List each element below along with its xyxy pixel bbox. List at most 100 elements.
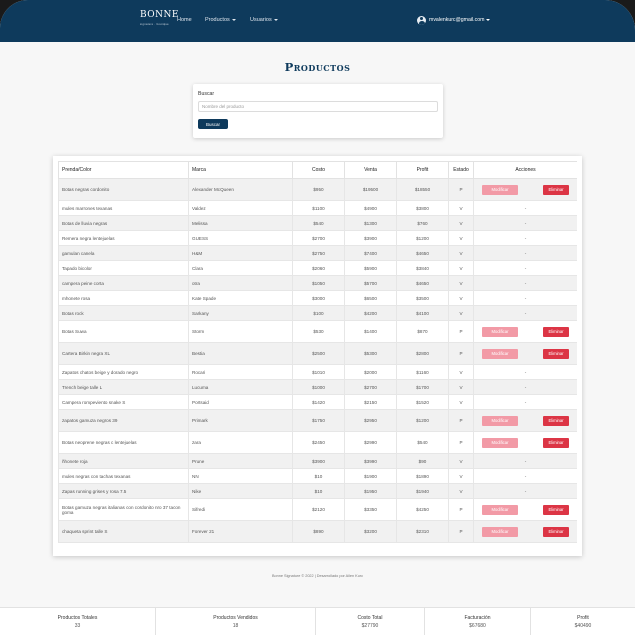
nav-home[interactable]: Home <box>177 17 192 23</box>
cell-marca: GUESS <box>188 230 293 246</box>
cell-marca: Prune <box>188 453 293 469</box>
delete-button[interactable]: Eliminar <box>543 184 569 195</box>
cell-acciones: - <box>473 305 577 321</box>
no-action-dash: - <box>524 369 527 375</box>
no-action-dash: - <box>524 399 527 405</box>
cell-estado: P <box>448 342 474 365</box>
row-actions: Modificar Eliminar <box>477 526 574 537</box>
table-row: chaqueta sprint talle S Forever 21 $890 $32… <box>58 520 577 543</box>
no-action-dash: - <box>524 384 527 390</box>
modify-button[interactable]: Modificar <box>482 504 518 515</box>
user-avatar-icon <box>417 15 426 25</box>
stat-productos-vendidos: Productos Vendidos 18 <box>156 608 316 635</box>
cell-prenda: Remera negra lentejuelas <box>58 230 189 246</box>
cell-acciones: Modificar Eliminar <box>473 498 577 521</box>
cell-marca: H&M <box>188 245 293 261</box>
cell-costo: $1000 <box>292 379 345 395</box>
modify-button[interactable]: Modificar <box>482 415 518 426</box>
cell-estado: V <box>448 453 474 469</box>
no-action-dash: - <box>524 280 527 286</box>
modify-button[interactable]: Modificar <box>482 184 518 195</box>
cell-estado: P <box>448 178 474 201</box>
cell-marca: NN <box>188 468 293 484</box>
cell-costo: $890 <box>292 520 345 543</box>
cell-estado: P <box>448 431 474 454</box>
brand-name: BONNE <box>140 10 179 20</box>
brand-logo[interactable]: BONNE signature · boutique <box>140 7 178 37</box>
table-row: Zapas running grises y rosa 7.5 Nike $10 $1… <box>58 483 577 499</box>
cell-venta: $3990 <box>344 453 397 469</box>
stat-label: Productos Vendidos <box>213 615 258 621</box>
modify-button[interactable]: Modificar <box>482 526 518 537</box>
cell-prenda: Botas Suwa <box>58 320 189 343</box>
no-action-dash: - <box>524 473 527 479</box>
cell-estado: V <box>448 260 474 276</box>
search-button[interactable]: Buscar <box>198 119 228 129</box>
delete-button[interactable]: Eliminar <box>543 348 569 359</box>
user-email: mvalenkurc@gmail.com <box>429 17 485 23</box>
cell-profit: $4650 <box>396 275 449 291</box>
navbar: BONNE signature · boutique Home Producto… <box>0 0 635 42</box>
cell-venta: $4200 <box>344 305 397 321</box>
cell-marca: zara <box>188 431 293 454</box>
table-row: Botas negras cordonito Alexander McQueen $… <box>58 178 577 201</box>
cell-profit: $4650 <box>396 245 449 261</box>
modify-button[interactable]: Modificar <box>482 348 518 359</box>
cell-marca: Sarkany <box>188 305 293 321</box>
cell-acciones: - <box>473 200 577 216</box>
table-scroll[interactable]: Prenda/Color Marca Costo Venta Profit Es… <box>58 161 577 551</box>
search-input[interactable] <box>198 101 438 112</box>
delete-button[interactable]: Eliminar <box>543 415 569 426</box>
modify-button[interactable]: Modificar <box>482 326 518 337</box>
cell-costo: $1050 <box>292 275 345 291</box>
cell-venta: $1400 <box>344 320 397 343</box>
cell-profit: $1200 <box>396 230 449 246</box>
cell-venta: $1950 <box>344 483 397 499</box>
cell-venta: $3200 <box>344 520 397 543</box>
cell-profit: $18550 <box>396 178 449 201</box>
nav-usuarios-label: Usuarios <box>250 17 272 23</box>
cell-costo: $2120 <box>292 498 345 521</box>
no-action-dash: - <box>524 488 527 494</box>
cell-profit: $1890 <box>396 468 449 484</box>
header-venta: Venta <box>344 161 397 179</box>
cell-profit: $1940 <box>396 483 449 499</box>
cell-profit: $4100 <box>396 305 449 321</box>
table-row: Remera negra lentejuelas GUESS $2700 $3900 $… <box>58 230 577 246</box>
cell-marca: Portsaid <box>188 394 293 410</box>
delete-button[interactable]: Eliminar <box>543 326 569 337</box>
nav-productos[interactable]: Productos <box>205 17 236 23</box>
delete-button[interactable]: Eliminar <box>543 437 569 448</box>
stat-label: Productos Totales <box>57 615 98 621</box>
cell-acciones: - <box>473 364 577 380</box>
no-action-dash: - <box>524 220 527 226</box>
nav-usuarios[interactable]: Usuarios <box>250 17 278 23</box>
cell-marca: Rocari <box>188 364 293 380</box>
delete-button[interactable]: Eliminar <box>543 526 569 537</box>
cell-profit: $540 <box>396 431 449 454</box>
delete-button[interactable]: Eliminar <box>543 504 569 515</box>
cell-estado: V <box>448 468 474 484</box>
cell-acciones: Modificar Eliminar <box>473 431 577 454</box>
cell-venta: $2150 <box>344 394 397 410</box>
chevron-down-icon <box>231 18 236 21</box>
modify-button[interactable]: Modificar <box>482 437 518 448</box>
cell-marca: Primark <box>188 409 293 432</box>
cell-prenda: chaqueta sprint talle S <box>58 520 189 543</box>
user-menu[interactable]: mvalenkurc@gmail.com <box>417 14 491 26</box>
no-action-dash: - <box>524 458 527 464</box>
header-profit: Profit <box>396 161 449 179</box>
stat-label: Profit <box>577 615 589 621</box>
search-label: Buscar <box>198 91 215 97</box>
table-row: Botas de lluvia negras Melissa $540 $1300 $7… <box>58 215 577 231</box>
row-actions: Modificar Eliminar <box>477 415 574 426</box>
cell-venta: $6500 <box>344 290 397 306</box>
table-row: Cartera Birkin negra XL Bestia $2500 $5300 $… <box>58 342 577 365</box>
stat-profit: Profit $40490 <box>531 608 635 635</box>
cell-costo: $2700 <box>292 230 345 246</box>
table-row: mules negras con tachas texanas NN $10 $190… <box>58 468 577 484</box>
header-acciones: Acciones <box>473 161 577 179</box>
table-row: mules marrones texanas Valdez $1100 $4900 $3… <box>58 200 577 216</box>
nav-home-label: Home <box>177 17 192 23</box>
chevron-down-icon <box>273 18 278 21</box>
